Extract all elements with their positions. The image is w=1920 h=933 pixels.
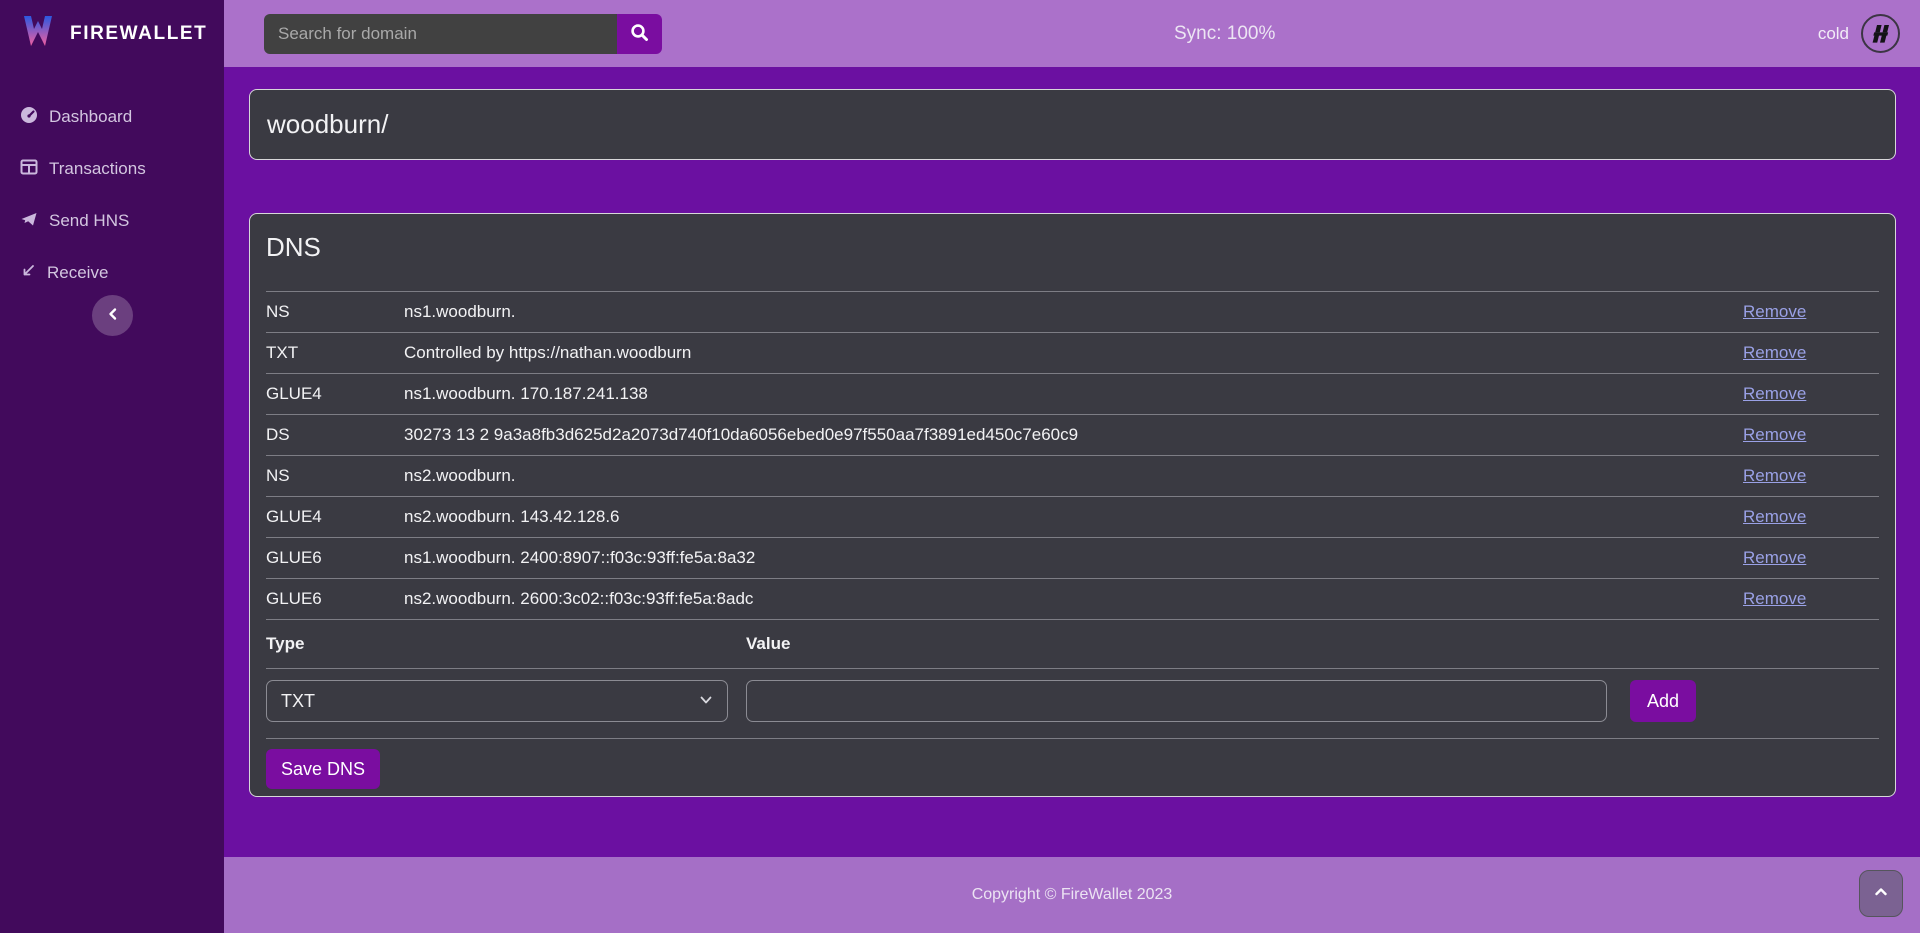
sidebar-item-label: Receive: [47, 263, 108, 283]
form-divider: [266, 738, 1879, 739]
sidebar: FIREWALLET Dashboard Transactions: [0, 0, 224, 933]
record-type-select[interactable]: TXT: [266, 680, 728, 722]
record-type: GLUE6: [266, 589, 404, 609]
remove-record-link[interactable]: Remove: [1743, 425, 1806, 444]
record-type: NS: [266, 466, 404, 486]
wallet-account: cold: [1818, 14, 1900, 53]
search-button[interactable]: [617, 14, 662, 54]
selected-type-value: TXT: [281, 691, 315, 712]
dns-section-title: DNS: [266, 232, 1879, 263]
domain-title-card: woodburn/: [249, 89, 1896, 160]
copyright-text: Copyright © FireWallet 2023: [972, 886, 1173, 904]
record-value: ns1.woodburn. 2400:8907::f03c:93ff:fe5a:…: [404, 548, 1743, 568]
wallet-name-label: cold: [1818, 24, 1849, 44]
scroll-to-top-button[interactable]: [1859, 870, 1903, 917]
topbar: Sync: 100% cold: [224, 0, 1920, 67]
dns-record-row: GLUE4 ns2.woodburn. 143.42.128.6 Remove: [266, 497, 1879, 538]
remove-record-link[interactable]: Remove: [1743, 589, 1806, 608]
value-column-header: Value: [746, 634, 790, 654]
record-type: GLUE4: [266, 384, 404, 404]
chevron-up-icon: [1873, 884, 1889, 903]
record-type: GLUE6: [266, 548, 404, 568]
send-icon: [20, 210, 38, 233]
sidebar-item-label: Send HNS: [49, 211, 129, 231]
record-value: Controlled by https://nathan.woodburn: [404, 343, 1743, 363]
receive-arrow-icon: [20, 263, 36, 284]
dns-add-record-form: TXT Add: [266, 680, 1879, 722]
table-icon: [20, 158, 38, 181]
remove-record-link[interactable]: Remove: [1743, 343, 1806, 362]
firewallet-logo-icon: [18, 11, 58, 56]
footer: Copyright © FireWallet 2023: [224, 857, 1920, 933]
dns-record-row: DS 30273 13 2 9a3a8fb3d625d2a2073d740f10…: [266, 415, 1879, 456]
record-value: ns1.woodburn. 170.187.241.138: [404, 384, 1743, 404]
dns-record-row: NS ns2.woodburn. Remove: [266, 456, 1879, 497]
record-value: ns2.woodburn.: [404, 466, 1743, 486]
chevron-down-icon: [699, 691, 713, 712]
gauge-icon: [20, 106, 38, 129]
record-value: ns2.woodburn. 143.42.128.6: [404, 507, 1743, 527]
save-dns-button[interactable]: Save DNS: [266, 749, 380, 789]
record-value: 30273 13 2 9a3a8fb3d625d2a2073d740f10da6…: [404, 425, 1743, 445]
sidebar-item-label: Dashboard: [49, 107, 132, 127]
record-type: DS: [266, 425, 404, 445]
search-icon: [630, 23, 649, 45]
dns-record-row: GLUE4 ns1.woodburn. 170.187.241.138 Remo…: [266, 374, 1879, 415]
sidebar-item-receive[interactable]: Receive: [0, 247, 224, 299]
sidebar-item-label: Transactions: [49, 159, 146, 179]
dns-form-headers: Type Value: [266, 620, 1879, 669]
sidebar-item-transactions[interactable]: Transactions: [0, 143, 224, 195]
record-value: ns1.woodburn.: [404, 302, 1743, 322]
dns-record-row: GLUE6 ns2.woodburn. 2600:3c02::f03c:93ff…: [266, 579, 1879, 620]
remove-record-link[interactable]: Remove: [1743, 384, 1806, 403]
brand-name: FIREWALLET: [70, 23, 207, 45]
dns-record-row: TXT Controlled by https://nathan.woodbur…: [266, 333, 1879, 374]
dns-records: NS ns1.woodburn. Remove TXT Controlled b…: [266, 291, 1879, 620]
record-type: NS: [266, 302, 404, 322]
search-input[interactable]: [264, 14, 617, 54]
sidebar-item-dashboard[interactable]: Dashboard: [0, 91, 224, 143]
page-title: woodburn/: [267, 109, 388, 140]
record-value: ns2.woodburn. 2600:3c02::f03c:93ff:fe5a:…: [404, 589, 1743, 609]
record-value-input[interactable]: [746, 680, 1607, 722]
domain-search: [264, 14, 662, 54]
dns-card: DNS NS ns1.woodburn. Remove TXT Controll…: [249, 213, 1896, 797]
handshake-logo-icon[interactable]: [1861, 14, 1900, 53]
record-type: GLUE4: [266, 507, 404, 527]
record-type: TXT: [266, 343, 404, 363]
sync-status: Sync: 100%: [1174, 0, 1275, 67]
remove-record-link[interactable]: Remove: [1743, 507, 1806, 526]
dns-record-row: NS ns1.woodburn. Remove: [266, 292, 1879, 333]
sidebar-item-send-hns[interactable]: Send HNS: [0, 195, 224, 247]
sidebar-collapse-button[interactable]: [92, 295, 133, 336]
remove-record-link[interactable]: Remove: [1743, 302, 1806, 321]
brand[interactable]: FIREWALLET: [0, 0, 224, 67]
remove-record-link[interactable]: Remove: [1743, 548, 1806, 567]
chevron-left-icon: [106, 307, 120, 324]
type-column-header: Type: [266, 634, 746, 654]
add-record-button[interactable]: Add: [1630, 680, 1696, 722]
remove-record-link[interactable]: Remove: [1743, 466, 1806, 485]
dns-record-row: GLUE6 ns1.woodburn. 2400:8907::f03c:93ff…: [266, 538, 1879, 579]
sidebar-nav: Dashboard Transactions Send HNS: [0, 91, 224, 299]
